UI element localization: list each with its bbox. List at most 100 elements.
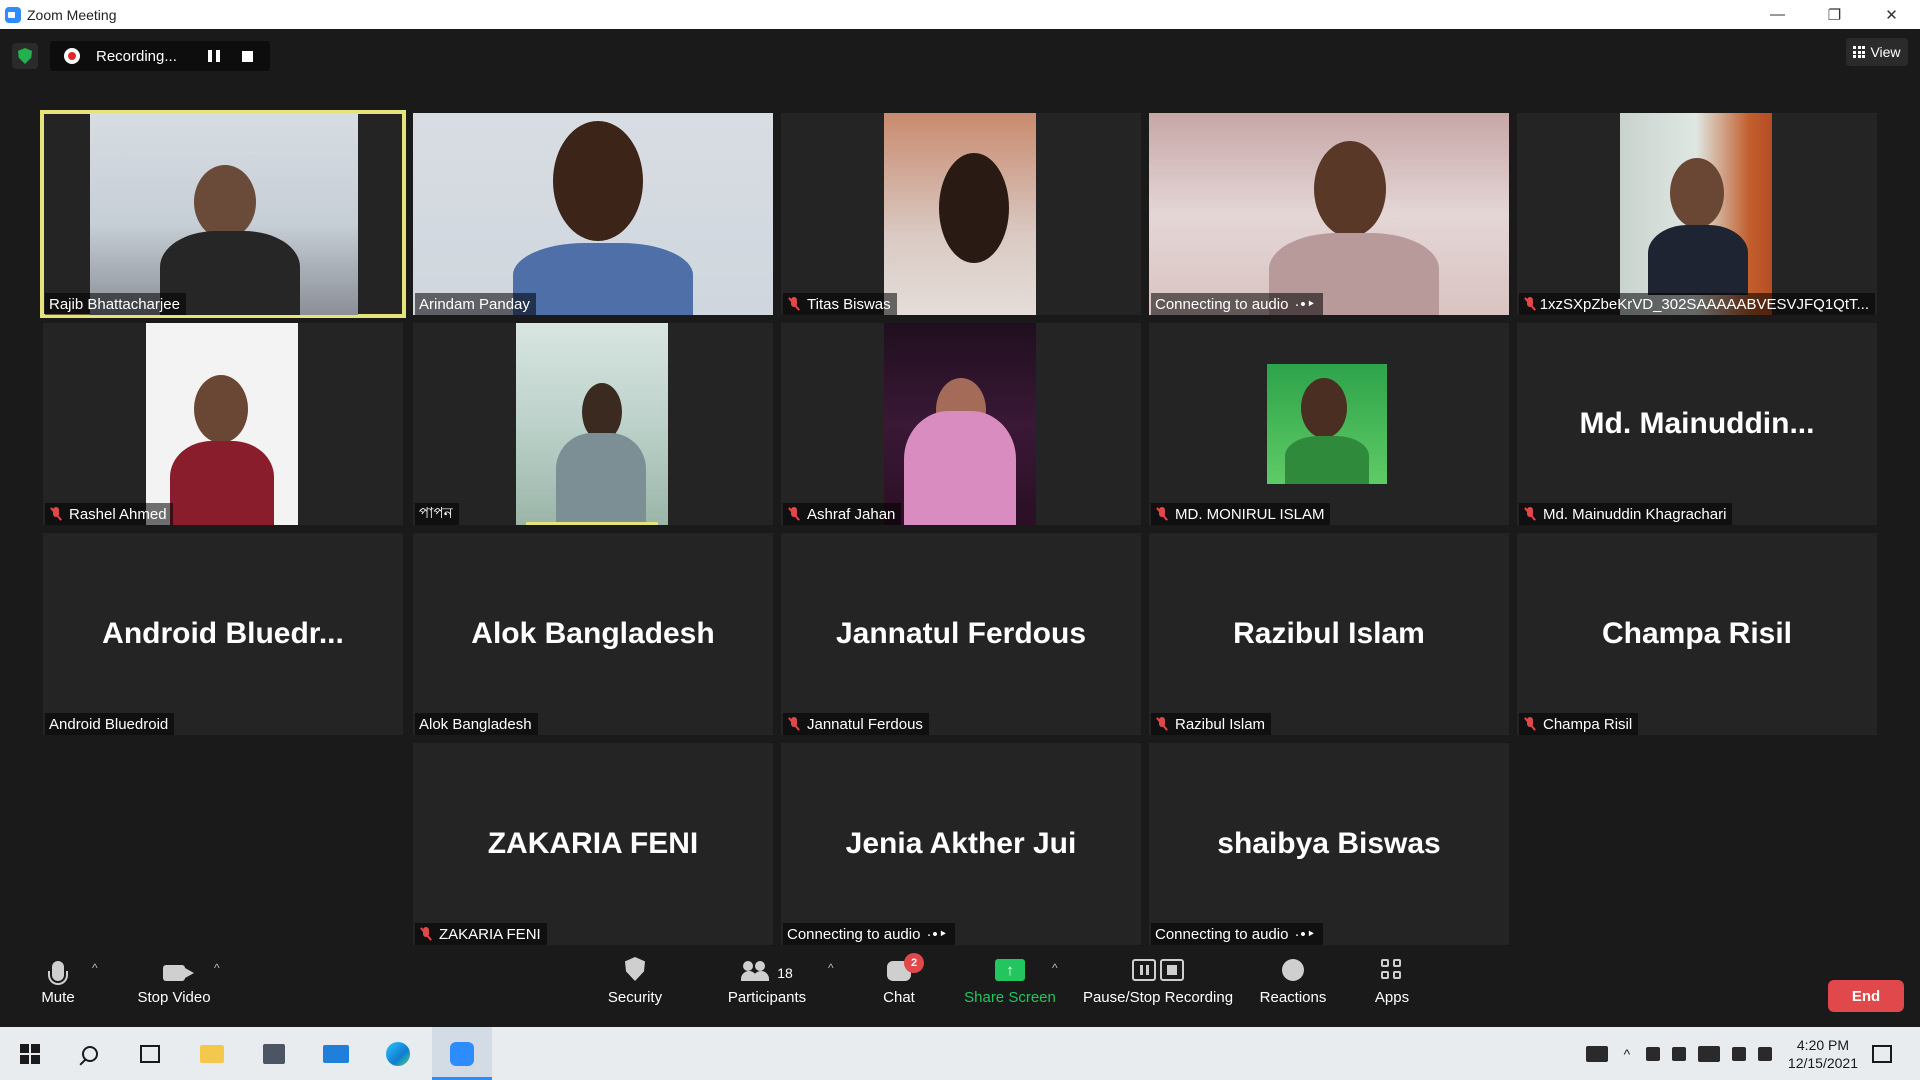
video-tile[interactable]: Android Bluedr... Android Bluedroid (43, 533, 403, 735)
battery-icon[interactable] (1697, 1045, 1720, 1062)
video-options-caret[interactable]: ^ (214, 961, 220, 975)
muted-mic-icon (1523, 507, 1537, 521)
video-tile[interactable]: Razibul Islam Razibul Islam (1149, 533, 1509, 735)
participant-display-name: ZAKARIA FENI (487, 827, 699, 860)
participant-video (1267, 364, 1387, 484)
participant-name-label: Rashel Ahmed (45, 503, 173, 525)
muted-mic-icon (787, 297, 801, 311)
mail-button[interactable] (306, 1027, 366, 1080)
muted-mic-icon (1523, 297, 1534, 311)
participant-name-label: Connecting to audio ·•‣ (783, 923, 955, 945)
chat-bubble-icon: 2 (887, 953, 924, 981)
minimize-button[interactable]: — (1749, 0, 1806, 29)
video-tile[interactable]: Arindam Panday (413, 113, 773, 315)
grid-icon (1853, 46, 1866, 58)
volume-icon[interactable] (1671, 1046, 1686, 1061)
video-tile[interactable]: Jenia Akther Jui Connecting to audio ·•‣ (781, 743, 1141, 945)
stop-recording-button[interactable] (242, 50, 253, 62)
video-tile[interactable]: Rashel Ahmed (43, 323, 403, 525)
muted-mic-icon (787, 507, 801, 521)
meeting-top-left: Recording... (12, 41, 270, 71)
zoom-taskbar-button[interactable] (432, 1027, 492, 1080)
meeting-toolbar: Mute ^ Stop Video ^ Security 18 Particip… (0, 947, 1920, 1027)
window-controls: — ❐ ✕ (1749, 0, 1920, 29)
video-tile[interactable]: পাপন (413, 323, 773, 525)
participants-options-caret[interactable]: ^ (828, 961, 834, 975)
microphone-tray-icon[interactable] (1645, 1046, 1660, 1061)
participants-button[interactable]: 18 Participants (724, 947, 810, 1027)
participant-display-name: shaibya Biswas (1217, 827, 1441, 860)
participant-display-name: Jannatul Ferdous (835, 617, 1087, 650)
muted-mic-icon (1155, 717, 1169, 731)
video-tile[interactable]: 1xzSXpZbeKrVD_302SAAAAABVESVJFQ1QtT... (1517, 113, 1877, 315)
pause-recording-button[interactable] (208, 50, 220, 62)
encryption-shield-icon[interactable] (12, 43, 38, 69)
store-button[interactable] (244, 1027, 304, 1080)
search-button[interactable] (60, 1027, 120, 1080)
microphone-icon (48, 961, 68, 985)
share-screen-button[interactable]: ↑ Share Screen (962, 947, 1058, 1027)
participant-video (413, 113, 773, 315)
taskbar-clock[interactable]: 4:20 PM 12/15/2021 (1788, 1036, 1858, 1072)
search-icon (82, 1045, 98, 1062)
start-button[interactable] (0, 1027, 60, 1080)
muted-mic-icon (1155, 507, 1169, 521)
participant-video (146, 323, 298, 525)
apps-button[interactable]: Apps (1372, 947, 1412, 1027)
connecting-icon: ·•‣ (926, 926, 949, 943)
participant-name-label: ZAKARIA FENI (415, 923, 547, 945)
participant-name-label: Android Bluedroid (45, 713, 175, 735)
video-tile[interactable]: shaibya Biswas Connecting to audio ·•‣ (1149, 743, 1509, 945)
video-tile[interactable]: Connecting to audio ·•‣ (1149, 113, 1509, 315)
security-button[interactable]: Security (606, 947, 664, 1027)
restore-button[interactable]: ❐ (1806, 0, 1863, 29)
participant-name-label: Md. Mainuddin Khagrachari (1519, 503, 1733, 525)
keyboard-icon[interactable] (1585, 1045, 1608, 1062)
edge-button[interactable] (368, 1027, 428, 1080)
video-tile[interactable]: Md. Mainuddin... Md. Mainuddin Khagracha… (1517, 323, 1877, 525)
mute-button[interactable]: Mute (38, 947, 78, 1027)
smiley-icon (1282, 959, 1304, 981)
video-tile[interactable]: MD. MONIRUL ISLAM (1149, 323, 1509, 525)
chat-unread-badge: 2 (904, 953, 924, 973)
view-button[interactable]: View (1846, 38, 1908, 66)
speaking-indicator (526, 522, 658, 525)
show-hidden-icons-chevron-icon[interactable]: ^ (1620, 1046, 1634, 1062)
participant-name-label: Razibul Islam (1151, 713, 1272, 735)
video-tile[interactable]: Alok Bangladesh Alok Bangladesh (413, 533, 773, 735)
video-tile[interactable]: Ashraf Jahan (781, 323, 1141, 525)
video-tile[interactable]: Titas Biswas (781, 113, 1141, 315)
wifi-icon[interactable] (1757, 1046, 1772, 1061)
participant-video (90, 113, 358, 315)
video-tile[interactable]: Rajib Bhattacharjee (40, 110, 406, 318)
close-button[interactable]: ✕ (1863, 0, 1920, 29)
video-tile[interactable]: Champa Risil Champa Risil (1517, 533, 1877, 735)
participant-name-label: Alok Bangladesh (415, 713, 538, 735)
view-label: View (1870, 44, 1901, 60)
participant-video (884, 113, 1036, 315)
reactions-button[interactable]: Reactions (1258, 947, 1328, 1027)
chat-button[interactable]: 2 Chat (878, 947, 924, 1027)
participants-count: 18 (777, 965, 793, 981)
end-meeting-button[interactable]: End (1828, 980, 1904, 1012)
muted-mic-icon (419, 927, 433, 941)
pause-stop-icon (1132, 959, 1184, 981)
participant-display-name: Md. Mainuddin... (1579, 407, 1815, 440)
window-titlebar: Zoom Meeting — ❐ ✕ (0, 0, 1920, 29)
video-tile[interactable]: Jannatul Ferdous Jannatul Ferdous (781, 533, 1141, 735)
system-tray: ^ 4:20 PM 12/15/2021 (1580, 1027, 1920, 1080)
task-view-button[interactable] (120, 1027, 180, 1080)
participant-name-label: Connecting to audio ·•‣ (1151, 923, 1323, 945)
onedrive-cloud-icon[interactable] (1731, 1046, 1746, 1061)
action-center-icon[interactable] (1872, 1044, 1892, 1063)
muted-mic-icon (787, 717, 801, 731)
stop-video-button[interactable]: Stop Video (134, 947, 214, 1027)
participant-video (516, 323, 668, 525)
video-tile[interactable]: ZAKARIA FENI ZAKARIA FENI (413, 743, 773, 945)
connecting-icon: ·•‣ (1294, 296, 1317, 313)
share-options-caret[interactable]: ^ (1052, 961, 1058, 975)
audio-options-caret[interactable]: ^ (92, 961, 98, 975)
pause-stop-recording-button[interactable]: Pause/Stop Recording (1080, 947, 1236, 1027)
recording-indicator: Recording... (50, 41, 270, 71)
file-explorer-button[interactable] (182, 1027, 242, 1080)
